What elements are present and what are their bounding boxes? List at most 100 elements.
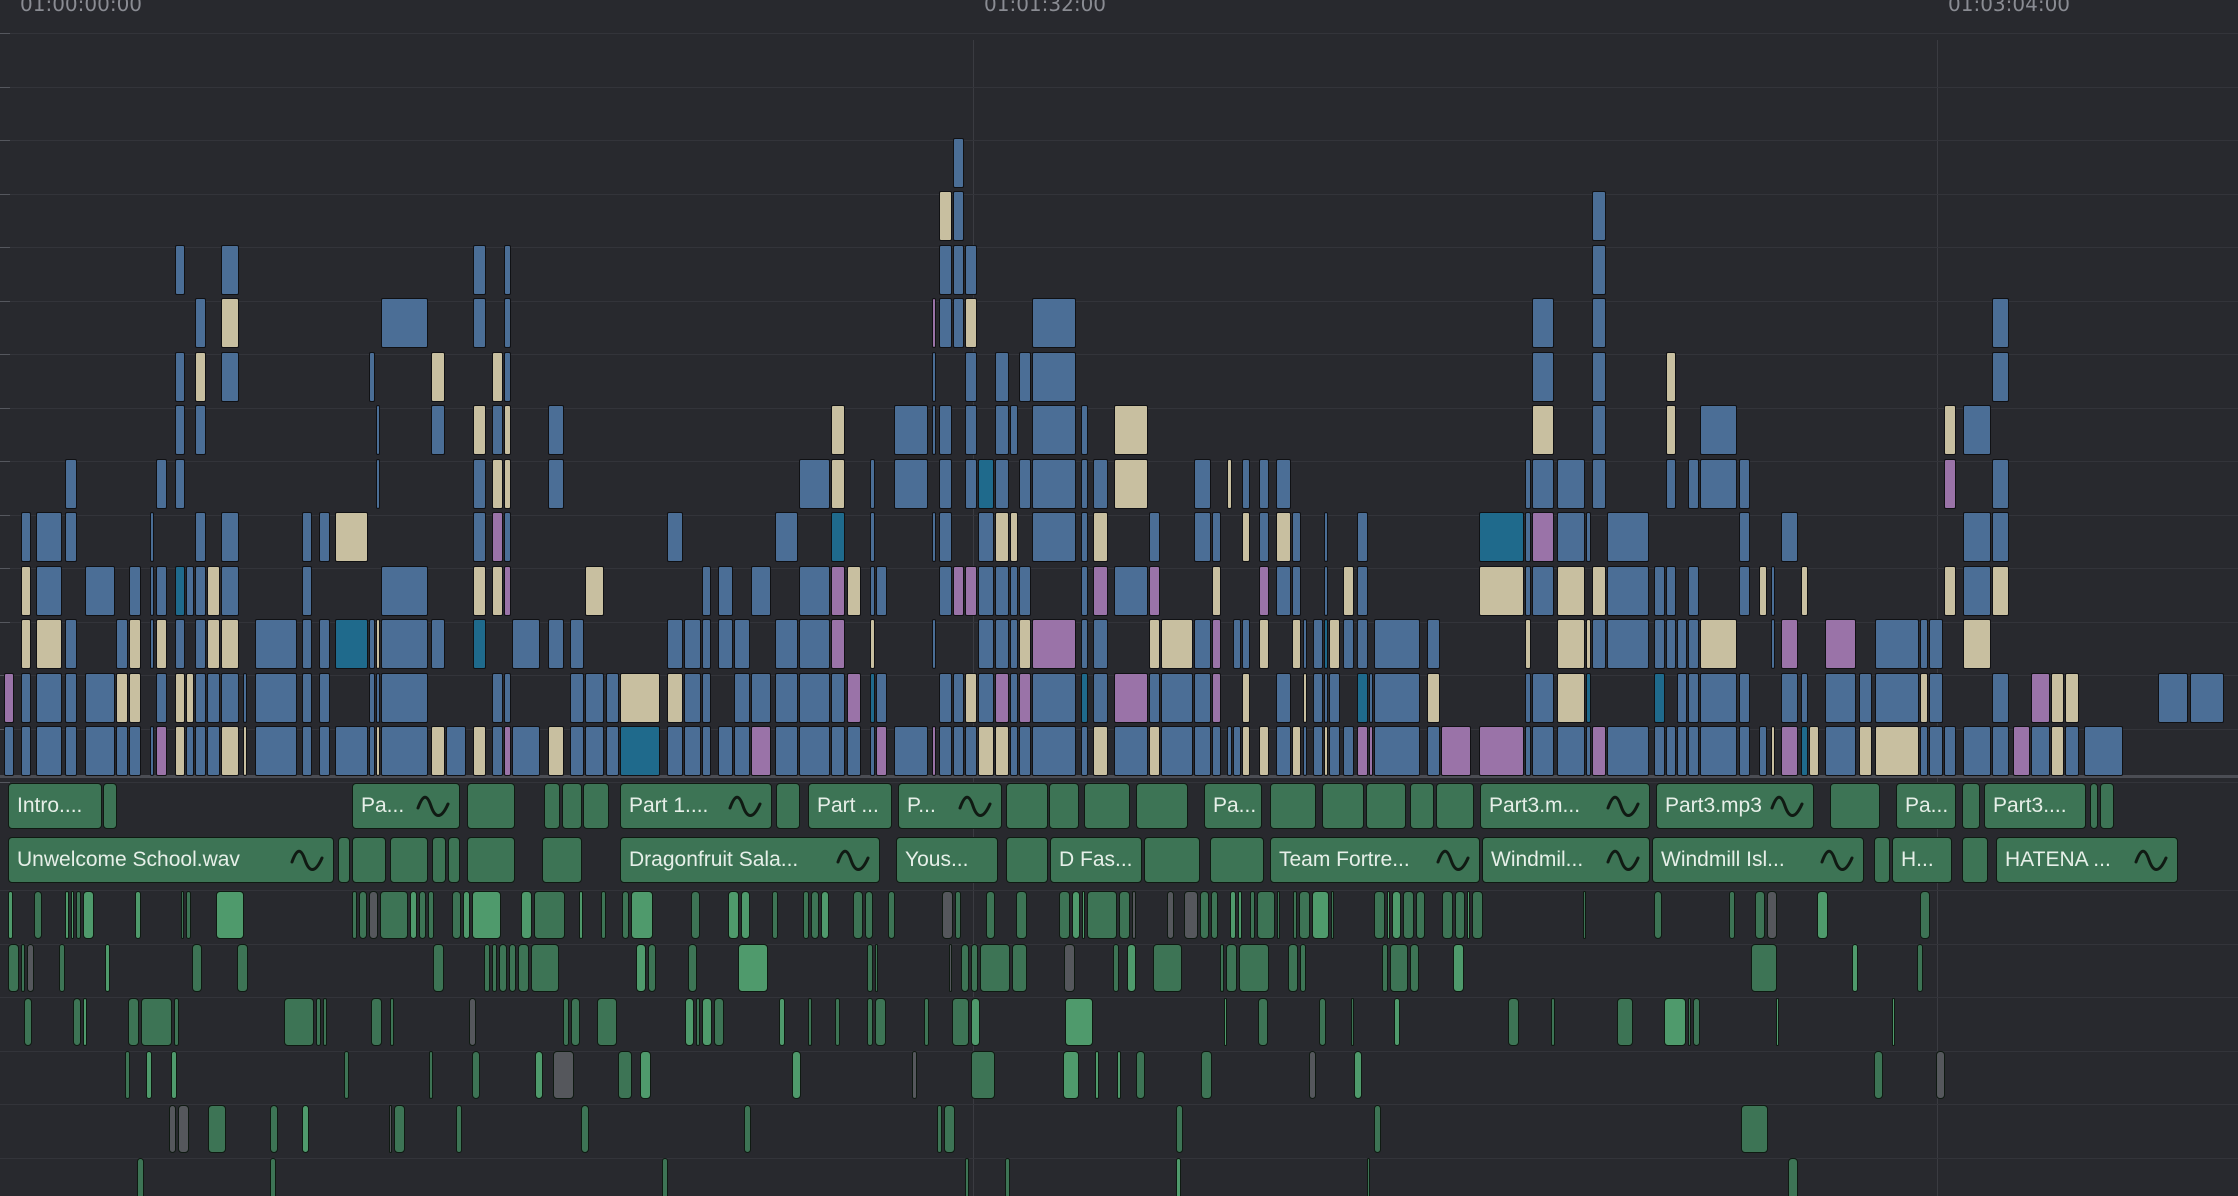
video-clip[interactable]: [21, 566, 31, 616]
video-clip[interactable]: [978, 566, 994, 616]
video-clip[interactable]: [1019, 726, 1031, 776]
video-clip[interactable]: [129, 619, 141, 669]
video-clip[interactable]: [1992, 298, 2009, 348]
video-clip[interactable]: [504, 405, 511, 455]
video-clip[interactable]: [1992, 352, 2009, 402]
video-clip[interactable]: [1666, 619, 1676, 669]
video-clip[interactable]: [1700, 673, 1737, 723]
video-clip[interactable]: [718, 566, 733, 616]
video-clip[interactable]: [431, 619, 445, 669]
video-clip[interactable]: [1093, 619, 1108, 669]
video-clip[interactable]: [1666, 459, 1676, 509]
video-clip[interactable]: [186, 566, 194, 616]
video-clip[interactable]: [1276, 673, 1291, 723]
video-clip[interactable]: [85, 726, 115, 776]
video-clip[interactable]: [799, 726, 830, 776]
video-clip[interactable]: [255, 619, 297, 669]
video-clip[interactable]: [1093, 512, 1108, 562]
audio-clip[interactable]: [171, 1051, 177, 1099]
audio-clip[interactable]: [640, 1051, 651, 1099]
video-clip[interactable]: [504, 673, 511, 723]
audio-clip[interactable]: [875, 944, 878, 992]
audio-clip[interactable]: [1250, 891, 1255, 939]
audio-clip[interactable]: [937, 1105, 942, 1153]
video-clip[interactable]: [195, 512, 206, 562]
video-clip[interactable]: [1010, 405, 1018, 455]
video-clip[interactable]: [799, 566, 830, 616]
audio-clip-unwelcome-school[interactable]: Unwelcome School.wav: [8, 837, 334, 883]
audio-clip[interactable]: [1436, 783, 1474, 829]
video-clip[interactable]: [1242, 673, 1250, 723]
audio-clip[interactable]: [949, 944, 952, 992]
audio-clip[interactable]: [452, 891, 461, 939]
video-clip[interactable]: [1557, 459, 1585, 509]
video-clip[interactable]: [1292, 726, 1301, 776]
video-clip[interactable]: [473, 405, 486, 455]
video-clip[interactable]: [978, 512, 994, 562]
audio-clip[interactable]: [534, 891, 565, 939]
audio-clip[interactable]: [24, 998, 32, 1046]
audio-clip[interactable]: [1366, 783, 1406, 829]
audio-clip[interactable]: [316, 998, 321, 1046]
video-clip[interactable]: [1592, 298, 1606, 348]
audio-clip[interactable]: [583, 783, 609, 829]
audio-clip[interactable]: [1403, 891, 1414, 939]
video-clip[interactable]: [1875, 726, 1919, 776]
video-clip[interactable]: [1875, 619, 1919, 669]
video-clip[interactable]: [221, 512, 239, 562]
audio-clip[interactable]: [1176, 1105, 1183, 1153]
video-clip[interactable]: [1357, 673, 1368, 723]
video-clip[interactable]: [1032, 673, 1076, 723]
video-clip[interactable]: [978, 673, 994, 723]
video-clip[interactable]: [129, 673, 141, 723]
audio-clip[interactable]: [1005, 1158, 1010, 1196]
video-clip[interactable]: [831, 405, 845, 455]
video-clip[interactable]: [1771, 726, 1775, 776]
audio-clip[interactable]: [1788, 1158, 1798, 1196]
video-clip[interactable]: [965, 726, 977, 776]
video-clip[interactable]: [1801, 673, 1808, 723]
video-clip[interactable]: [1032, 405, 1076, 455]
audio-clip[interactable]: [302, 1105, 309, 1153]
video-clip[interactable]: [1920, 619, 1928, 669]
video-clip[interactable]: [1259, 566, 1269, 616]
video-clip[interactable]: [1093, 566, 1108, 616]
video-clip[interactable]: [381, 673, 428, 723]
video-clip[interactable]: [1525, 512, 1531, 562]
video-clip[interactable]: [831, 726, 845, 776]
audio-clip[interactable]: [1200, 891, 1209, 939]
video-clip[interactable]: [1212, 619, 1221, 669]
video-clip[interactable]: [195, 673, 206, 723]
video-clip[interactable]: [512, 726, 540, 776]
video-clip[interactable]: [734, 619, 750, 669]
video-clip[interactable]: [1700, 459, 1737, 509]
video-clip[interactable]: [606, 726, 619, 776]
video-clip[interactable]: [932, 405, 936, 455]
video-clip[interactable]: [1032, 512, 1076, 562]
video-clip[interactable]: [876, 673, 887, 723]
audio-clip[interactable]: [1920, 891, 1930, 939]
video-clip[interactable]: [775, 619, 798, 669]
video-clip[interactable]: [207, 619, 220, 669]
video-clip[interactable]: [381, 619, 428, 669]
video-clip[interactable]: [1944, 726, 1956, 776]
audio-clip[interactable]: [1472, 891, 1483, 939]
video-clip[interactable]: [1557, 566, 1585, 616]
video-clip[interactable]: [335, 619, 368, 669]
video-clip[interactable]: [799, 673, 830, 723]
video-clip[interactable]: [1532, 352, 1554, 402]
video-clip[interactable]: [1114, 726, 1148, 776]
video-clip[interactable]: [255, 726, 297, 776]
video-clip[interactable]: [381, 726, 428, 776]
video-clip[interactable]: [1607, 726, 1649, 776]
audio-clip[interactable]: [463, 891, 470, 939]
video-clip[interactable]: [953, 245, 964, 295]
video-clip[interactable]: [1859, 673, 1872, 723]
video-clip[interactable]: [150, 619, 154, 669]
audio-clip[interactable]: [1741, 1105, 1768, 1153]
audio-clip[interactable]: [103, 783, 117, 829]
video-clip[interactable]: [431, 726, 445, 776]
video-clip[interactable]: [953, 298, 964, 348]
video-clip[interactable]: [953, 566, 964, 616]
video-clip[interactable]: [1825, 673, 1856, 723]
